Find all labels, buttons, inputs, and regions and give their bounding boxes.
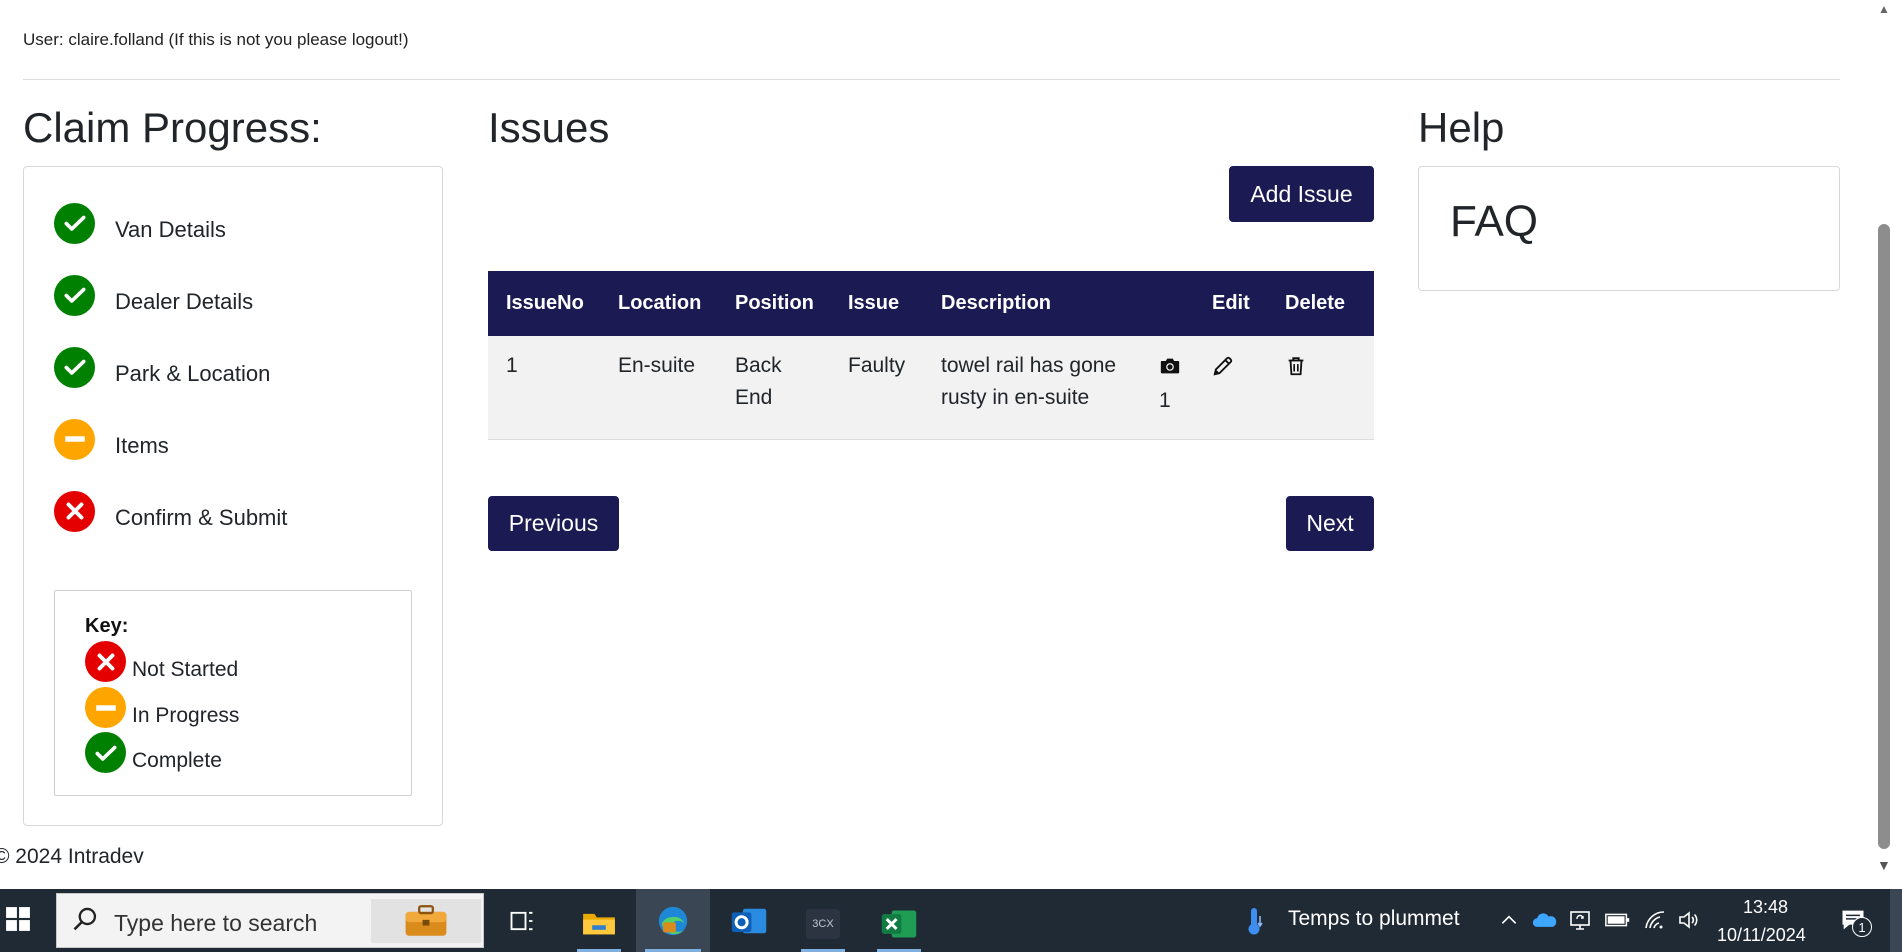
table-header-row: IssueNo Location Position Issue Descript… <box>488 271 1374 336</box>
column-header: Description <box>923 271 1141 336</box>
key-label: Not Started <box>132 657 239 681</box>
issues-table: IssueNo Location Position Issue Descript… <box>488 271 1374 440</box>
column-header: Delete <box>1267 271 1374 336</box>
display-sync-icon[interactable] <box>1566 906 1594 934</box>
clock-date[interactable]: 10/11/2024 <box>1717 925 1806 946</box>
position-line: Back <box>735 354 782 377</box>
issue-no-cell: 1 <box>488 336 600 440</box>
column-header <box>1141 271 1194 336</box>
table-row: 1 En-suite Back End Faulty towel rail ha… <box>488 336 1374 440</box>
delete-cell[interactable] <box>1267 336 1374 440</box>
onedrive-cloud-icon[interactable] <box>1531 906 1559 934</box>
progress-step-label: Dealer Details <box>115 289 254 314</box>
help-title: Help <box>1418 104 1505 151</box>
battery-icon[interactable] <box>1603 906 1633 934</box>
photo-count: 1 <box>1159 389 1171 412</box>
faq-link[interactable]: FAQ <box>1450 197 1538 247</box>
key-title: Key: <box>85 615 129 637</box>
chevron-up-icon[interactable] <box>1497 906 1521 934</box>
minus-icon <box>54 418 95 460</box>
scrollbar-thumb[interactable] <box>1878 224 1890 849</box>
key-item-in-progress: In Progress <box>85 687 239 728</box>
key-item-not-started: Not Started <box>85 641 238 682</box>
progress-step-dealer-details[interactable]: Dealer Details <box>54 273 253 317</box>
column-header: Edit <box>1194 271 1267 336</box>
3cx-logo: 3CX <box>806 909 840 939</box>
check-icon <box>54 202 95 244</box>
taskbar: Type here to search 3CX Temps to plummet <box>0 889 1902 952</box>
minus-icon <box>85 687 126 728</box>
key-label: Complete <box>132 748 222 772</box>
description-cell: towel rail has gone rusty in en-suite <box>923 336 1141 440</box>
position-cell: Back End <box>717 336 830 440</box>
progress-step-items[interactable]: Items <box>54 417 169 461</box>
notification-icon[interactable]: 1 <box>1836 903 1872 937</box>
footer-copyright: © 2024 Intradev <box>0 845 144 868</box>
user-line: User: claire.folland (If this is not you… <box>23 30 409 49</box>
progress-step-confirm-submit[interactable]: Confirm & Submit <box>54 489 287 533</box>
pencil-icon[interactable] <box>1212 356 1234 382</box>
camera-icon[interactable] <box>1159 350 1194 387</box>
progress-step-label: Confirm & Submit <box>115 505 288 530</box>
position-line: End <box>735 386 773 409</box>
volume-icon[interactable] <box>1675 906 1703 934</box>
scroll-up-arrow-icon[interactable]: ▲ <box>1878 2 1890 16</box>
wifi-icon[interactable] <box>1641 906 1669 934</box>
photo-cell[interactable]: 1 <box>1141 336 1194 440</box>
status-key: Key: Not Started In Progress Complete <box>54 590 412 796</box>
check-icon <box>54 274 95 316</box>
show-desktop-button[interactable] <box>1890 889 1902 952</box>
task-view-icon[interactable] <box>500 903 544 939</box>
previous-button[interactable]: Previous <box>488 496 619 551</box>
location-cell: En-suite <box>600 336 717 440</box>
progress-step-label: Park & Location <box>115 361 271 386</box>
notification-count: 1 <box>1852 917 1872 937</box>
excel-icon[interactable] <box>876 896 922 952</box>
edit-cell[interactable] <box>1194 336 1267 440</box>
check-icon <box>54 346 95 388</box>
progress-step-van-details[interactable]: Van Details <box>54 201 226 245</box>
clock-time[interactable]: 13:48 <box>1743 897 1788 918</box>
3cx-icon[interactable]: 3CX <box>800 896 846 952</box>
claim-progress-title: Claim Progress: <box>23 104 322 151</box>
check-icon <box>85 732 126 773</box>
issues-title: Issues <box>488 104 610 151</box>
help-panel: FAQ <box>1418 166 1840 291</box>
issue-cell: Faulty <box>830 336 923 440</box>
column-header: Position <box>717 271 830 336</box>
progress-step-park-location[interactable]: Park & Location <box>54 345 270 389</box>
briefcase-icon <box>371 899 481 943</box>
next-button[interactable]: Next <box>1286 496 1374 551</box>
edge-browser-icon[interactable] <box>636 889 710 952</box>
cross-icon <box>85 641 126 682</box>
progress-step-label: Van Details <box>115 217 226 242</box>
windows-start-icon[interactable] <box>4 905 32 933</box>
weather-text[interactable]: Temps to plummet <box>1288 907 1460 931</box>
key-item-complete: Complete <box>85 732 222 773</box>
key-label: In Progress <box>132 703 240 727</box>
file-explorer-icon[interactable] <box>576 893 622 952</box>
cross-icon <box>54 490 95 532</box>
outlook-icon[interactable] <box>726 899 772 943</box>
column-header: Issue <box>830 271 923 336</box>
column-header: Location <box>600 271 717 336</box>
progress-step-label: Items <box>115 433 169 458</box>
page-content: User: claire.folland (If this is not you… <box>0 0 1902 889</box>
description-line: towel rail has gone <box>941 354 1117 377</box>
scroll-down-arrow-icon[interactable]: ▼ <box>1877 857 1891 873</box>
thermometer-icon[interactable] <box>1240 903 1270 939</box>
claim-progress-panel: Van Details Dealer Details Park & Locati… <box>23 166 443 826</box>
search-icon <box>71 906 99 939</box>
search-placeholder: Type here to search <box>114 910 318 936</box>
divider <box>23 79 1840 80</box>
column-header: IssueNo <box>488 271 600 336</box>
trash-icon[interactable] <box>1285 357 1307 382</box>
description-line: rusty in en-suite <box>941 386 1090 409</box>
add-issue-button[interactable]: Add Issue <box>1229 166 1374 222</box>
taskbar-search-box[interactable]: Type here to search <box>56 893 484 948</box>
